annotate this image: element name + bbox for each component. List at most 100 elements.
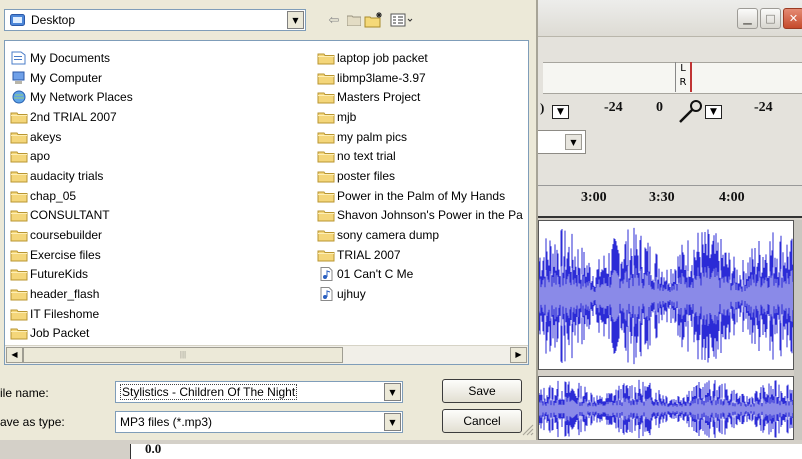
file-list-item[interactable]: 2nd TRIAL 2007 (10, 107, 133, 127)
folder-icon (317, 248, 335, 262)
file-name-field[interactable]: Stylistics - Children Of The Night ▼ (115, 381, 403, 403)
input-options-dropdown[interactable]: ▼ (705, 105, 722, 119)
file-list-item-label: coursebuilder (30, 228, 103, 243)
file-list-item[interactable]: TRIAL 2007 (317, 245, 523, 265)
folder-icon (10, 287, 28, 301)
meter-options-dropdown[interactable]: ▼ (552, 105, 569, 119)
audio-file-icon (317, 267, 335, 282)
close-button[interactable]: ✕ (783, 8, 802, 29)
file-list-item-label: header_flash (30, 287, 100, 302)
file-list-item[interactable]: audacity trials (10, 166, 133, 186)
file-list-item-label: FutureKids (30, 267, 89, 282)
chevron-down-icon[interactable]: ▼ (565, 134, 582, 150)
timeline-label: 4:00 (719, 190, 745, 205)
file-name-label: ile name: (0, 386, 49, 400)
file-list-item[interactable]: my palm pics (317, 127, 523, 147)
device-combo[interactable]: ▼ (538, 130, 586, 154)
file-list-item[interactable]: FutureKids (10, 265, 133, 285)
file-list-item[interactable]: akeys (10, 127, 133, 147)
file-list-item-label: laptop job packet (337, 50, 428, 65)
cancel-button[interactable]: Cancel (442, 409, 522, 433)
file-list-item-label: My Documents (30, 50, 111, 65)
ruler-value: 0.0 (145, 441, 162, 456)
file-list-item-label: My Network Places (30, 90, 133, 105)
view-menu-icon[interactable] (390, 10, 414, 30)
maximize-button[interactable]: □ (760, 8, 781, 29)
folder-icon (317, 51, 335, 65)
network-places-icon (10, 90, 28, 104)
file-list-item-label: sony camera dump (337, 228, 440, 243)
scroll-right-icon[interactable]: ▶ (510, 347, 527, 363)
track-scrollbar[interactable] (794, 220, 802, 459)
chevron-down-icon[interactable]: ▼ (384, 413, 401, 431)
folder-icon (10, 228, 28, 242)
file-list-item[interactable]: My Documents (10, 48, 133, 68)
folder-icon (10, 248, 28, 262)
folder-icon (317, 71, 335, 85)
folder-icon (317, 208, 335, 222)
file-list-item[interactable]: libmp3lame-3.97 (317, 68, 523, 88)
meter-right-label: R (679, 77, 687, 88)
file-list-item-label: libmp3lame-3.97 (337, 70, 426, 85)
file-list-item-label: 01 Can't C Me (337, 267, 414, 282)
timeline-label: 3:00 (581, 190, 607, 205)
minimize-button[interactable]: ▁ (737, 8, 758, 29)
scroll-thumb[interactable]: ||| (23, 347, 343, 363)
file-list-item[interactable]: 01 Can't C Me (317, 265, 523, 285)
file-list-item-label: CONSULTANT (30, 208, 110, 223)
chevron-down-icon[interactable]: ▼ (384, 383, 401, 401)
folder-icon (317, 90, 335, 104)
file-list-item[interactable]: Power in the Palm of My Hands (317, 186, 523, 206)
folder-icon (10, 307, 28, 321)
my-documents-icon (10, 51, 28, 65)
file-list-item[interactable]: laptop job packet (317, 48, 523, 68)
meter-level-bar (690, 62, 802, 92)
file-list-item[interactable]: My Network Places (10, 87, 133, 107)
file-list-item[interactable]: Job Packet (10, 324, 133, 344)
up-folder-icon[interactable] (346, 10, 362, 30)
microphone-icon (679, 100, 702, 123)
file-list-item[interactable]: My Computer (10, 68, 133, 88)
file-list-item[interactable]: Shavon Johnson's Power in the Pa (317, 206, 523, 226)
file-list-item[interactable]: Exercise files (10, 245, 133, 265)
meter-scale-label: 0 (656, 100, 663, 115)
file-list-item-label: ujhuy (337, 287, 366, 302)
chevron-down-icon[interactable]: ▼ (287, 11, 304, 29)
file-list-item[interactable]: sony camera dump (317, 225, 523, 245)
file-list-column-right: laptop job packet libmp3lame-3.97 Masters … (317, 48, 523, 304)
save-as-type-select[interactable]: MP3 files (*.mp3) ▼ (115, 411, 403, 433)
audio-track-2[interactable] (538, 376, 794, 440)
file-list-item-label: Exercise files (30, 247, 101, 262)
file-list-item[interactable]: header_flash (10, 284, 133, 304)
waveform (539, 379, 793, 439)
file-list-item-label: TRIAL 2007 (337, 247, 401, 262)
folder-icon (10, 149, 28, 163)
file-list-item[interactable]: poster files (317, 166, 523, 186)
audio-track-1[interactable] (538, 220, 794, 370)
file-list-item[interactable]: IT Fileshome (10, 304, 133, 324)
timeline-ruler[interactable]: 3:00 3:30 4:00 (538, 185, 802, 218)
file-list-item-label: apo (30, 149, 51, 164)
look-in-combo[interactable]: Desktop ▼ (4, 9, 306, 31)
file-list-item-label: akeys (30, 129, 62, 144)
resize-grip-icon[interactable] (520, 422, 534, 436)
save-as-type-label: ave as type: (0, 415, 65, 429)
file-list-item[interactable]: CONSULTANT (10, 206, 133, 226)
folder-icon (10, 169, 28, 183)
save-button[interactable]: Save (442, 379, 522, 403)
file-list-item[interactable]: chap_05 (10, 186, 133, 206)
file-list-item[interactable]: ujhuy (317, 284, 523, 304)
file-list-item[interactable]: no text trial (317, 146, 523, 166)
horizontal-scrollbar[interactable]: ◀ ||| ▶ (5, 345, 528, 364)
file-list-item-label: mjb (337, 109, 357, 124)
scroll-left-icon[interactable]: ◀ (6, 347, 23, 363)
file-list-item[interactable]: mjb (317, 107, 523, 127)
meter-scale-label: -24 (754, 100, 773, 115)
back-icon[interactable]: ⇦ (326, 10, 342, 30)
file-list-item[interactable]: Masters Project (317, 87, 523, 107)
file-list[interactable]: My Documents My Computer My Network Places… (4, 40, 529, 365)
folder-icon (317, 149, 335, 163)
new-folder-icon[interactable] (364, 10, 384, 30)
file-list-item[interactable]: apo (10, 146, 133, 166)
file-list-item[interactable]: coursebuilder (10, 225, 133, 245)
